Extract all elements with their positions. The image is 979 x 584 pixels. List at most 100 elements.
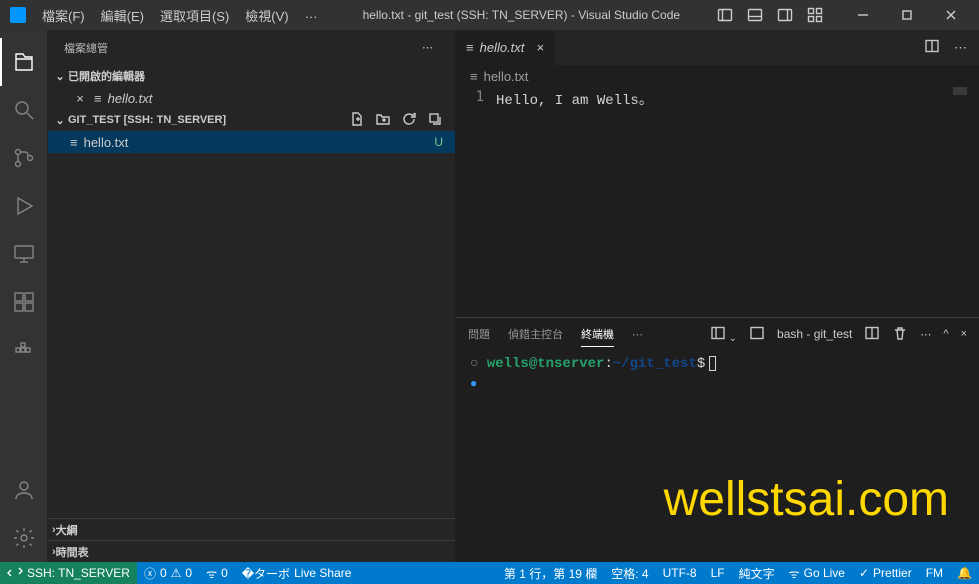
- new-folder-icon[interactable]: [375, 111, 391, 130]
- maximize-button[interactable]: [885, 0, 929, 30]
- editor-tabs: ≡ hello.txt × ⋯: [456, 30, 979, 65]
- chevron-down-icon: ⌄: [52, 70, 68, 83]
- panel-tabs: 問題 偵錯主控台 終端機 ⋯ ⌄ bash - git_test ⋯ ^ ×: [456, 318, 979, 350]
- watermark-text: wellstsai.com: [664, 490, 949, 510]
- terminal-user: wells@tnserver: [487, 356, 605, 372]
- title-bar: 檔案(F) 編輯(E) 選取項目(S) 檢視(V) … hello.txt - …: [0, 0, 979, 30]
- problems-status[interactable]: ⓧ0 ⚠0: [137, 562, 199, 584]
- error-count: 0: [160, 566, 167, 580]
- file-icon: ≡: [466, 40, 474, 55]
- prettier-status[interactable]: ✓Prettier: [852, 562, 919, 584]
- editor-more-icon[interactable]: ⋯: [954, 40, 967, 56]
- broadcast-icon: ᯤ: [789, 565, 800, 582]
- prompt-continuation-icon: ●: [470, 374, 965, 394]
- collapse-all-icon[interactable]: [427, 111, 443, 130]
- timeline-label: 時間表: [56, 544, 89, 560]
- debug-console-tab[interactable]: 偵錯主控台: [508, 322, 563, 346]
- error-icon: ⓧ: [144, 565, 156, 582]
- explorer-icon[interactable]: [0, 38, 48, 86]
- menu-file[interactable]: 檔案(F): [34, 2, 93, 29]
- panel-overflow-icon[interactable]: ⋯: [920, 328, 931, 341]
- remote-indicator[interactable]: SSH: TN_SERVER: [0, 562, 137, 584]
- close-icon[interactable]: ×: [72, 91, 88, 106]
- prompt-marker-icon: ○: [470, 356, 487, 372]
- cursor-position[interactable]: 第 1 行，第 19 欄: [497, 562, 604, 584]
- terminal-tab[interactable]: 終端機: [581, 322, 614, 347]
- remote-explorer-icon[interactable]: [0, 230, 48, 278]
- file-icon: ≡: [70, 135, 78, 150]
- terminal-body[interactable]: ○ wells@tnserver:~/git_test$ ● wellstsai…: [456, 350, 979, 562]
- prettier-label: Prettier: [873, 566, 912, 580]
- editor-area: ≡ hello.txt × ⋯ ≡ hello.txt 1 Hello, I a…: [456, 30, 979, 562]
- problems-tab[interactable]: 問題: [468, 322, 490, 346]
- split-editor-icon[interactable]: [924, 38, 940, 57]
- liveshare-label: Live Share: [294, 566, 351, 580]
- remote-icon: [7, 564, 23, 583]
- toggle-panel-icon[interactable]: [747, 7, 763, 23]
- editor-tab[interactable]: ≡ hello.txt ×: [456, 30, 555, 65]
- customize-layout-icon[interactable]: [807, 7, 823, 23]
- explorer-more-icon[interactable]: ⋯: [416, 39, 439, 56]
- outline-label: 大綱: [56, 522, 78, 538]
- menu-edit[interactable]: 編輯(E): [93, 2, 152, 29]
- close-icon[interactable]: ×: [536, 40, 544, 55]
- eol-status[interactable]: LF: [704, 562, 732, 584]
- run-debug-icon[interactable]: [0, 182, 48, 230]
- close-button[interactable]: [929, 0, 973, 30]
- menu-bar: 檔案(F) 編輯(E) 選取項目(S) 檢視(V) …: [34, 2, 326, 29]
- remote-label: SSH: TN_SERVER: [27, 566, 130, 580]
- source-control-icon[interactable]: [0, 134, 48, 182]
- golive-status[interactable]: ᯤGo Live: [782, 562, 852, 584]
- search-icon[interactable]: [0, 86, 48, 134]
- new-file-icon[interactable]: [349, 111, 365, 130]
- code-content[interactable]: Hello, I am Wells。: [496, 87, 979, 317]
- window-controls: [841, 0, 973, 30]
- accounts-icon[interactable]: [0, 466, 48, 514]
- radio-tower-icon: ᯤ: [206, 565, 217, 582]
- line-numbers: 1: [456, 87, 496, 317]
- terminal-dollar: $: [697, 356, 705, 372]
- window-title: hello.txt - git_test (SSH: TN_SERVER) - …: [326, 8, 717, 22]
- close-panel-icon[interactable]: ×: [961, 328, 967, 340]
- fm-status[interactable]: FM: [919, 562, 950, 584]
- liveshare-status[interactable]: �ターボLive Share: [235, 562, 359, 584]
- menu-selection[interactable]: 選取項目(S): [152, 2, 237, 29]
- notifications-icon[interactable]: 🔔: [950, 562, 979, 584]
- open-editor-item[interactable]: × ≡ hello.txt: [48, 87, 455, 109]
- open-editors-label: 已開啟的編輯器: [68, 68, 145, 84]
- extensions-icon[interactable]: [0, 278, 48, 326]
- shell-label[interactable]: bash - git_test: [777, 327, 852, 341]
- timeline-section[interactable]: › 時間表: [48, 540, 455, 562]
- indentation-status[interactable]: 空格: 4: [604, 562, 655, 584]
- folder-section[interactable]: ⌄ GIT_TEST [SSH: TN_SERVER]: [48, 109, 455, 131]
- split-terminal-icon[interactable]: [864, 325, 880, 344]
- file-tree-item[interactable]: ≡ hello.txt U: [48, 131, 455, 153]
- status-bar: SSH: TN_SERVER ⓧ0 ⚠0 ᯤ0 �ターボLive Share 第…: [0, 562, 979, 584]
- vscode-icon: [10, 7, 26, 23]
- breadcrumb[interactable]: ≡ hello.txt: [456, 65, 979, 87]
- panel-more-icon[interactable]: ⋯: [632, 324, 643, 345]
- minimize-button[interactable]: [841, 0, 885, 30]
- menu-view[interactable]: 檢視(V): [237, 2, 296, 29]
- toggle-secondary-sidebar-icon[interactable]: [777, 7, 793, 23]
- editor-body[interactable]: 1 Hello, I am Wells。: [456, 87, 979, 317]
- menu-more[interactable]: …: [297, 2, 326, 29]
- layout-controls: [717, 7, 823, 23]
- folder-label: GIT_TEST [SSH: TN_SERVER]: [68, 114, 226, 126]
- maximize-panel-icon[interactable]: ^: [943, 328, 948, 340]
- docker-icon[interactable]: [0, 326, 48, 374]
- toggle-primary-sidebar-icon[interactable]: [717, 7, 733, 23]
- kill-terminal-icon[interactable]: [892, 325, 908, 344]
- ports-status[interactable]: ᯤ0: [199, 562, 235, 584]
- open-editors-section[interactable]: ⌄ 已開啟的編輯器: [48, 65, 455, 87]
- language-mode[interactable]: 純文字: [732, 562, 782, 584]
- refresh-icon[interactable]: [401, 111, 417, 130]
- explorer-header: 檔案總管 ⋯: [48, 30, 455, 65]
- outline-section[interactable]: › 大綱: [48, 518, 455, 540]
- settings-gear-icon[interactable]: [0, 514, 48, 562]
- minimap[interactable]: [953, 87, 967, 95]
- terminal-dropdown-icon[interactable]: ⌄: [710, 325, 737, 344]
- encoding-status[interactable]: UTF-8: [656, 562, 704, 584]
- terminal-profile-icon[interactable]: [749, 325, 765, 344]
- terminal-path: ~/git_test: [613, 356, 697, 372]
